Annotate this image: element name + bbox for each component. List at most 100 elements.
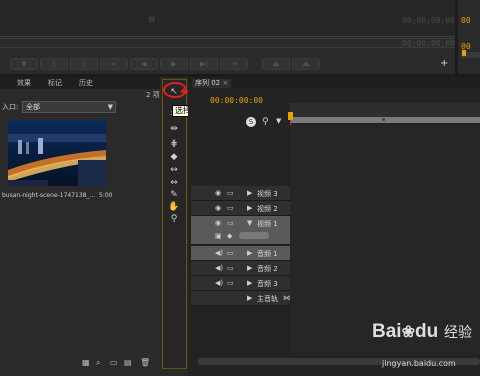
- track-label: 音频 3: [257, 280, 278, 288]
- watermark-brand: Bai: [372, 321, 402, 342]
- clip-thumbnail[interactable]: [8, 120, 106, 186]
- track-label: 视频 3: [257, 190, 278, 198]
- monitor-divider: [0, 36, 455, 37]
- clip-duration: 5:00: [99, 192, 113, 199]
- master-end-icon: ⋈: [283, 294, 290, 302]
- chevron-down-icon: ▼: [107, 103, 113, 111]
- watermark-url: jingyan.baidu.com: [382, 359, 456, 368]
- razor-tool-icon[interactable]: ◆: [167, 151, 181, 163]
- monitor-scrub-bar[interactable]: [0, 38, 455, 48]
- set-marker-icon[interactable]: ⚲: [262, 118, 269, 127]
- work-area-dot: [382, 118, 385, 121]
- track-audio2[interactable]: ◀) ▭ ▶ 音频 2: [191, 261, 290, 276]
- find-icon[interactable]: ⌕: [96, 358, 100, 368]
- collapse-icon[interactable]: ▼: [247, 219, 252, 227]
- ripple-edit-tool-icon[interactable]: ⇹: [167, 123, 181, 135]
- sequence-timecode[interactable]: 00:00:00:00: [210, 97, 263, 105]
- entry-dropdown[interactable]: 全部 ▼: [22, 101, 116, 113]
- track-label: 主音轨: [257, 295, 278, 303]
- track-video1[interactable]: ◉ ▭ ▼ 视频 1 ▣ ◆: [191, 216, 290, 245]
- tab-history[interactable]: 历史: [79, 80, 93, 87]
- slip-tool-icon[interactable]: ↔: [167, 164, 181, 176]
- entry-dropdown-value: 全部: [26, 103, 40, 111]
- timeline-menu-icon[interactable]: ▼: [276, 118, 281, 125]
- tab-effects[interactable]: 效果: [17, 80, 31, 87]
- track-label: 音频 1: [257, 250, 278, 258]
- settings-icon[interactable]: ⊟: [148, 16, 155, 24]
- expand-icon[interactable]: ▶: [247, 279, 252, 287]
- item-count: 2 项: [146, 91, 160, 99]
- add-button[interactable]: +: [440, 59, 448, 69]
- hand-tool-icon[interactable]: ✋: [167, 201, 181, 213]
- monitor-timecode-right: 00;00;00;00: [402, 39, 455, 48]
- new-bin-icon[interactable]: ▭: [110, 358, 118, 367]
- rolling-edit-tool-icon[interactable]: ⋕: [167, 138, 181, 150]
- sync-lock-icon[interactable]: ▭: [227, 189, 234, 197]
- watermark-brand2: du: [414, 321, 439, 342]
- track-master[interactable]: ▶ 主音轨 ⋈: [191, 291, 290, 306]
- tab-sequence[interactable]: 序列 02 ×: [192, 79, 232, 88]
- play-button[interactable]: ▶: [160, 58, 188, 70]
- watermark-suffix: 经验: [444, 325, 472, 341]
- pen-tool-icon[interactable]: ✎: [167, 189, 181, 201]
- track-audio1[interactable]: ◀) ▭ ▶ 音频 1: [191, 246, 290, 261]
- speaker-icon[interactable]: ◀): [215, 249, 223, 257]
- delete-icon[interactable]: 🗑: [140, 358, 150, 367]
- track-video2[interactable]: ◉ ▭ ▶ 视频 2: [191, 201, 290, 216]
- expand-icon[interactable]: ▶: [247, 189, 252, 197]
- track-label: 视频 1: [257, 220, 278, 228]
- marker-button[interactable]: ▼: [10, 58, 38, 70]
- track-video3[interactable]: ◉ ▭ ▶ 视频 3: [191, 186, 290, 201]
- sync-lock-icon[interactable]: ▭: [227, 264, 234, 272]
- new-item-icon[interactable]: ▤: [124, 358, 132, 367]
- track-label: 音频 2: [257, 265, 278, 273]
- track-label: 视频 2: [257, 205, 278, 213]
- display-style-icon[interactable]: ▣: [215, 232, 222, 240]
- snap-icon[interactable]: S: [246, 117, 256, 127]
- extract-button[interactable]: ⏏: [292, 58, 320, 70]
- keyframe-nav[interactable]: [239, 232, 269, 239]
- sync-lock-icon[interactable]: ▭: [227, 279, 234, 287]
- go-out-button[interactable]: ⇥: [220, 58, 248, 70]
- night-city-image: [8, 120, 106, 186]
- right-timecode-partial: 00: [461, 16, 471, 25]
- keyframe-icon[interactable]: ◆: [227, 232, 232, 240]
- time-ruler[interactable]: [290, 103, 480, 118]
- go-in-button[interactable]: ⇤: [100, 58, 128, 70]
- close-icon[interactable]: ×: [222, 79, 228, 87]
- tab-sequence-label: 序列 02: [195, 79, 221, 87]
- lift-button[interactable]: ⏏: [262, 58, 290, 70]
- out-point-button[interactable]: }: [70, 58, 98, 70]
- slide-tool-icon[interactable]: ⇔: [167, 177, 181, 189]
- expand-icon[interactable]: ▶: [247, 294, 252, 302]
- tab-markers[interactable]: 标记: [48, 80, 62, 87]
- baidu-watermark: Bai❀du 经验 jingyan.baidu.com: [372, 322, 480, 376]
- eye-icon[interactable]: ◉: [215, 204, 221, 212]
- sync-lock-icon[interactable]: ▭: [227, 219, 234, 227]
- monitor-timecode: 00;00;00;00: [402, 16, 455, 25]
- right-panel-divider: [455, 0, 458, 80]
- watermark-logo: Bai❀du: [372, 322, 438, 341]
- right-playhead-marker: [462, 50, 466, 56]
- speaker-icon[interactable]: ◀): [215, 279, 223, 287]
- eye-icon[interactable]: ◉: [215, 189, 221, 197]
- playhead-handle[interactable]: [288, 112, 293, 120]
- zoom-tool-icon[interactable]: ⚲: [167, 213, 181, 225]
- in-point-button[interactable]: {: [40, 58, 68, 70]
- expand-icon[interactable]: ▶: [247, 249, 252, 257]
- expand-icon[interactable]: ▶: [247, 264, 252, 272]
- step-back-button[interactable]: ◀: [130, 58, 158, 70]
- automate-icon[interactable]: ▦: [82, 358, 90, 367]
- clip-name: busan-night-scene-1747138_...: [2, 192, 96, 199]
- track-audio3[interactable]: ◀) ▭ ▶ 音频 3: [191, 276, 290, 291]
- step-forward-button[interactable]: ▶|: [190, 58, 218, 70]
- sync-lock-icon[interactable]: ▭: [227, 249, 234, 257]
- speaker-icon[interactable]: ◀): [215, 264, 223, 272]
- entry-label: 入口:: [2, 103, 19, 111]
- sync-lock-icon[interactable]: ▭: [227, 204, 234, 212]
- work-area-bar[interactable]: [290, 117, 480, 123]
- program-monitor-area: [0, 0, 455, 36]
- expand-icon[interactable]: ▶: [247, 204, 252, 212]
- eye-icon[interactable]: ◉: [215, 219, 221, 227]
- timeline-tabbar: [188, 77, 480, 88]
